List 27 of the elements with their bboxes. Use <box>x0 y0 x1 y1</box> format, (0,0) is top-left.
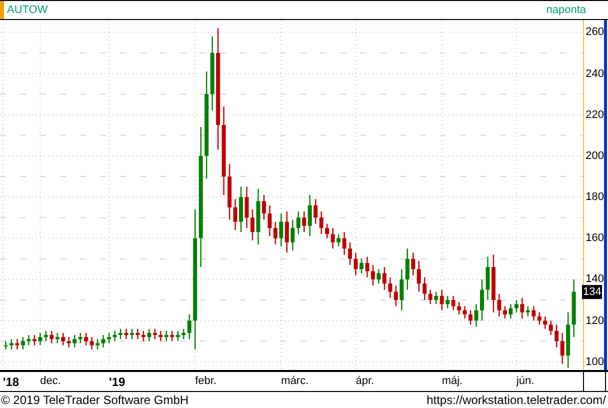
x-tick-label: márc. <box>281 375 309 387</box>
y-tick-label: 160 <box>586 231 604 246</box>
x-tick-label: '18 <box>2 375 20 389</box>
x-tick-label: jún. <box>516 375 534 387</box>
url-link[interactable]: https://workstation.teletrader.com/ <box>426 393 606 407</box>
x-tick-label: febr. <box>195 375 216 387</box>
x-tick-label: '19 <box>109 375 126 389</box>
symbol-marker <box>0 1 4 19</box>
y-tick-label: 220 <box>586 108 604 122</box>
symbol-label: AUTOW <box>7 4 48 16</box>
candle <box>480 279 484 321</box>
y-tick-label: 180 <box>586 190 604 204</box>
y-tick-label: 260 <box>586 25 604 40</box>
y-tick-label: 100 <box>586 354 604 369</box>
y-tick-label: 120 <box>586 314 604 328</box>
y-tick-label: 140 <box>586 272 604 286</box>
x-tick-label: ápr. <box>356 375 374 387</box>
y-tick-label: 200 <box>586 148 604 163</box>
interval-label: naponta <box>546 4 586 16</box>
price-tag: 134 <box>582 284 602 299</box>
candle <box>360 258 364 274</box>
copyright-text: © 2019 TeleTrader Software GmbH <box>1 393 189 407</box>
x-tick-label: máj. <box>442 375 463 387</box>
candle <box>118 328 122 340</box>
candle <box>239 186 243 232</box>
y-tick-label: 240 <box>586 66 604 81</box>
x-tick-label: dec. <box>40 375 61 387</box>
